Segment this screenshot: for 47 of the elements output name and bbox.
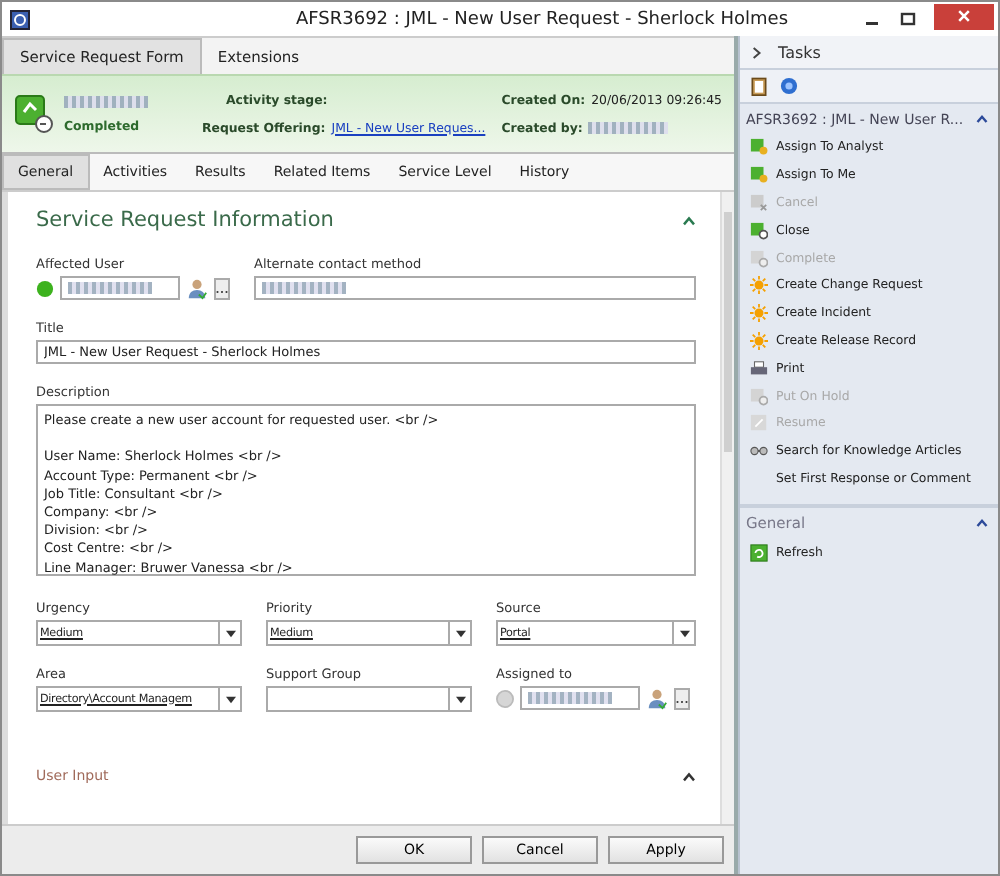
sun-icon — [750, 276, 768, 295]
collapse-icon[interactable] — [976, 114, 988, 124]
redacted-name — [588, 122, 669, 134]
collapse-icon[interactable] — [976, 518, 988, 529]
complete-icon — [750, 387, 768, 406]
status-dot-icon — [36, 279, 54, 297]
assignee-field[interactable] — [520, 686, 640, 710]
app-icon — [10, 9, 30, 29]
scrollbar[interactable] — [720, 192, 734, 824]
close-task-icon — [750, 221, 768, 240]
redacted-id — [64, 95, 148, 107]
assign-icon — [750, 166, 768, 185]
redacted-user — [68, 282, 152, 294]
maximize-icon[interactable] — [898, 9, 918, 29]
dropdown-arrow-icon — [455, 629, 465, 637]
cancel-icon — [750, 193, 768, 212]
assign-icon — [750, 138, 768, 157]
sun-icon — [750, 304, 768, 323]
window-title: AFSR3692 : JML - New User Request - Sherlock Holmes — [293, 9, 791, 29]
dropdown-arrow-icon — [455, 695, 465, 703]
sun-icon — [750, 331, 768, 350]
request-status-icon — [14, 94, 54, 134]
browse-button[interactable] — [214, 277, 230, 299]
dropdown-arrow-icon — [225, 629, 235, 637]
help-icon[interactable] — [780, 76, 798, 96]
redacted-user — [528, 692, 612, 704]
user-field[interactable] — [60, 276, 180, 300]
pane-title: Tasks — [778, 43, 821, 61]
printer-icon — [750, 359, 768, 378]
person-icon[interactable] — [646, 687, 668, 709]
refresh-icon — [750, 543, 768, 562]
complete-icon — [750, 249, 768, 268]
clipboard-icon[interactable] — [750, 76, 768, 96]
close-button[interactable] — [934, 3, 994, 29]
close-icon — [956, 8, 972, 24]
dropdown-arrow-icon — [679, 629, 689, 637]
person-icon[interactable] — [186, 277, 208, 299]
resume-icon — [750, 414, 768, 433]
expand-icon[interactable] — [752, 45, 762, 59]
redacted-contact — [262, 282, 346, 294]
collapse-icon[interactable] — [682, 771, 696, 781]
contact-field[interactable] — [254, 276, 696, 300]
status-dot-icon — [496, 689, 514, 707]
glasses-icon — [750, 442, 768, 461]
browse-button[interactable] — [674, 687, 690, 709]
section-title: Service Request Information — [36, 208, 334, 232]
dropdown-arrow-icon — [225, 695, 235, 703]
